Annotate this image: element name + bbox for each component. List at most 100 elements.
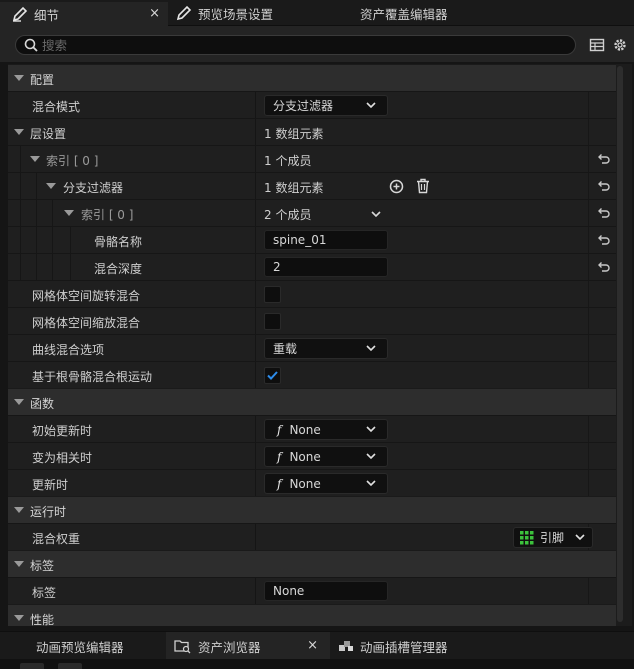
settings-icon[interactable] xyxy=(612,37,628,53)
section-performance[interactable]: 性能 xyxy=(8,604,618,626)
function-icon: f xyxy=(277,476,282,491)
close-icon[interactable]: × xyxy=(307,638,318,653)
property-row-layer-setup: 层设置 1 数组元素 xyxy=(8,118,618,146)
chevron-down-icon[interactable] xyxy=(14,561,24,567)
tab-label: 细节 xyxy=(34,7,60,23)
close-icon[interactable]: × xyxy=(149,6,160,21)
property-label: 网格体空间旋转混合 xyxy=(32,289,141,303)
section-config[interactable]: 配置 xyxy=(8,64,618,91)
section-functions[interactable]: 函数 xyxy=(8,388,618,415)
chevron-down-icon[interactable] xyxy=(64,210,74,216)
member-count: 2 个成员 xyxy=(264,208,312,222)
property-row-root-motion-blend: 基于根骨骼混合根运动 xyxy=(8,361,618,389)
bottom-tab-bar: 动画预览编辑器 资产浏览器 × 动画插槽管理器 xyxy=(0,631,634,660)
property-row-become-relevant: 变为相关时 f None xyxy=(8,442,618,470)
mesh-scale-blend-checkbox[interactable] xyxy=(264,313,281,330)
property-label: 索引 [ 0 ] xyxy=(81,208,134,222)
tab-label: 预览场景设置 xyxy=(198,6,274,22)
chevron-down-icon[interactable] xyxy=(14,615,24,621)
section-label: 配置 xyxy=(30,73,55,87)
section-runtime[interactable]: 运行时 xyxy=(8,496,618,523)
pin-options-dropdown[interactable]: 引脚 xyxy=(513,527,593,548)
tab-asset-browser[interactable]: 资产浏览器 × xyxy=(166,632,330,660)
chevron-down-icon[interactable] xyxy=(30,156,40,162)
chevron-down-icon xyxy=(365,342,377,354)
property-row-curve-blend: 曲线混合选项 重载 xyxy=(8,334,618,362)
on-update-function-dropdown[interactable]: f None xyxy=(264,473,388,494)
array-count: 1 数组元素 xyxy=(264,127,324,141)
property-row-blend-depth: 混合深度 2 xyxy=(8,253,618,281)
blend-mode-dropdown[interactable]: 分支过滤器 xyxy=(264,95,388,116)
property-label: 曲线混合选项 xyxy=(32,343,105,357)
property-label: 初始更新时 xyxy=(32,424,93,438)
property-label: 混合模式 xyxy=(32,100,81,114)
reset-to-default-icon[interactable] xyxy=(596,233,610,247)
search-box[interactable] xyxy=(15,35,576,55)
property-label: 网格体空间缩放混合 xyxy=(32,316,141,330)
property-label: 混合权重 xyxy=(32,532,81,546)
curve-blend-dropdown[interactable]: 重载 xyxy=(264,338,388,359)
chevron-down-icon xyxy=(365,450,377,462)
chevron-down-icon[interactable] xyxy=(14,75,24,81)
become-relevant-function-dropdown[interactable]: f None xyxy=(264,446,388,467)
montage-icon xyxy=(338,638,354,654)
checkmark-icon xyxy=(267,371,278,380)
tab-animation-preview-editor[interactable]: 动画预览编辑器 xyxy=(36,632,124,660)
reset-to-default-icon[interactable] xyxy=(596,206,610,220)
section-tags[interactable]: 标签 xyxy=(8,550,618,577)
tag-field[interactable]: None xyxy=(264,581,388,601)
blend-depth-field[interactable]: 2 xyxy=(264,257,388,277)
pencil-icon xyxy=(176,5,192,21)
member-count: 1 个成员 xyxy=(264,154,312,168)
scrollbar-thumb[interactable] xyxy=(617,66,623,622)
reset-to-default-icon[interactable] xyxy=(596,179,610,193)
property-row-bone-name: 骨骼名称 spine_01 xyxy=(8,226,618,254)
tab-label: 资产浏览器 xyxy=(198,639,261,655)
mesh-rotation-blend-checkbox[interactable] xyxy=(264,286,281,303)
property-row-blend-weights: 混合权重 引脚 xyxy=(8,523,618,551)
property-row-blend-mode: 混合模式 分支过滤器 xyxy=(8,91,618,119)
section-label: 函数 xyxy=(30,397,55,411)
chevron-down-icon[interactable] xyxy=(14,399,24,405)
reset-to-default-icon[interactable] xyxy=(596,260,610,274)
chevron-down-icon[interactable] xyxy=(46,183,56,189)
root-motion-checkbox[interactable] xyxy=(264,367,281,384)
search-icon xyxy=(20,38,42,52)
dropdown-value: None xyxy=(289,449,321,464)
tab-asset-override-editor[interactable]: 资产覆盖编辑器 xyxy=(360,0,448,26)
delete-icon[interactable] xyxy=(416,178,430,194)
chevron-down-icon[interactable] xyxy=(370,208,382,220)
bone-name-field[interactable]: spine_01 xyxy=(264,230,388,250)
folder-search-icon xyxy=(174,638,192,654)
add-element-icon[interactable] xyxy=(389,179,404,194)
property-row-on-update: 更新时 f None xyxy=(8,469,618,497)
property-row-branch-filters: 分支过滤器 1 数组元素 xyxy=(8,172,618,200)
property-label: 变为相关时 xyxy=(32,451,93,465)
property-label: 混合深度 xyxy=(94,262,143,276)
vertical-scrollbar[interactable] xyxy=(616,64,624,626)
dropdown-value: None xyxy=(289,476,321,491)
tab-label: 动画插槽管理器 xyxy=(360,639,448,655)
chevron-down-icon xyxy=(365,477,377,489)
property-label: 标签 xyxy=(32,586,57,600)
pencil-icon xyxy=(12,6,28,22)
search-input[interactable] xyxy=(42,37,542,53)
property-label: 分支过滤器 xyxy=(63,181,124,195)
dropdown-value: 引脚 xyxy=(540,531,565,545)
tab-anim-slot-manager[interactable]: 动画插槽管理器 xyxy=(338,632,448,660)
chevron-down-icon[interactable] xyxy=(14,129,24,135)
top-tab-bar: 细节 × 预览场景设置 资产覆盖编辑器 xyxy=(0,0,634,26)
property-label: 索引 [ 0 ] xyxy=(46,154,99,168)
initial-update-function-dropdown[interactable]: f None xyxy=(264,419,388,440)
dropdown-value: 分支过滤器 xyxy=(273,99,334,113)
chevron-down-icon[interactable] xyxy=(14,507,24,513)
chevron-down-icon xyxy=(574,531,586,543)
pin-grid-icon xyxy=(520,530,534,545)
reset-to-default-icon[interactable] xyxy=(596,152,610,166)
tab-preview-scene-settings[interactable]: 预览场景设置 xyxy=(176,0,273,26)
details-toolbar xyxy=(0,26,634,62)
tab-details[interactable]: 细节 × xyxy=(0,0,168,26)
table-view-icon[interactable] xyxy=(589,37,605,53)
property-label: 骨骼名称 xyxy=(94,235,143,249)
function-icon: f xyxy=(277,422,282,437)
